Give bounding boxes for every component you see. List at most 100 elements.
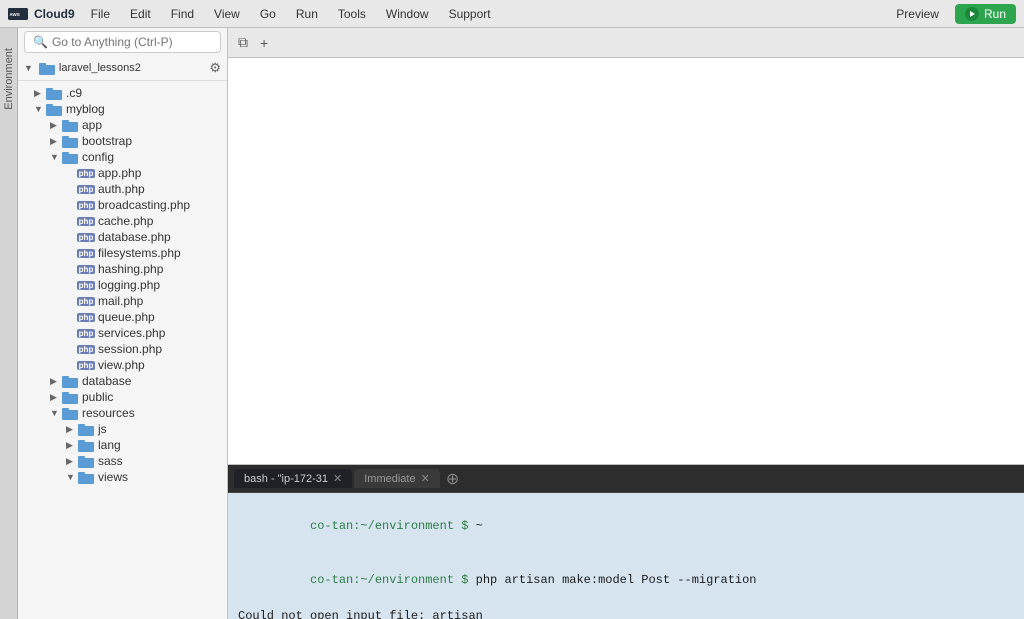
arrow-database: ▶ <box>50 376 62 387</box>
filetree-body: ▶ .c9 ▼ myblog ▶ app ▶ bootstrap <box>18 81 227 619</box>
tree-item-broadcasting_php[interactable]: phpbroadcasting.php <box>18 197 227 213</box>
gear-icon[interactable]: ⚙ <box>209 60 221 76</box>
terminal-tab-bash[interactable]: bash - "ip-172-31 ✕ <box>234 469 352 488</box>
terminal-content[interactable]: co-tan:~/environment $ ~ co-tan:~/enviro… <box>228 493 1024 619</box>
tree-item-services_php[interactable]: phpservices.php <box>18 325 227 341</box>
folder-config-icon <box>62 151 78 164</box>
folder-sass-icon <box>78 455 94 468</box>
folder-app-icon <box>62 119 78 132</box>
menu-go[interactable]: Go <box>252 5 284 23</box>
environment-tab[interactable]: Environment <box>0 28 18 619</box>
php-file-icon: php <box>78 294 94 308</box>
file-label-broadcasting.php: broadcasting.php <box>98 198 190 212</box>
folder-c9-icon <box>46 87 62 100</box>
filetree-panel: 🔍 ▼ laravel_lessons2 ⚙ ▶ .c9 ▼ <box>18 28 228 619</box>
sass-label: sass <box>98 454 123 468</box>
views-label: views <box>98 470 128 484</box>
menubar: AWS Cloud9 File Edit Find View Go Run To… <box>0 0 1024 28</box>
tree-item-logging_php[interactable]: php logging.php <box>18 277 227 293</box>
tree-item-js[interactable]: ▶ js <box>18 421 227 437</box>
file-label-filesystems.php: filesystems.php <box>98 246 181 260</box>
filetree-toolbar: ▼ laravel_lessons2 ⚙ <box>18 56 227 81</box>
terminal-tabs: bash - "ip-172-31 ✕ Immediate ✕ ⊕ <box>228 465 1024 493</box>
add-tab-icon[interactable]: + <box>256 33 272 53</box>
app-name: Cloud9 <box>34 7 75 21</box>
menu-run[interactable]: Run <box>288 5 326 23</box>
menu-file[interactable]: File <box>83 5 118 23</box>
tree-item-bootstrap[interactable]: ▶ bootstrap <box>18 133 227 149</box>
arrow-c9: ▶ <box>34 88 46 99</box>
tree-item-app[interactable]: ▶ app <box>18 117 227 133</box>
php-file-icon: php <box>78 262 94 276</box>
tree-item-auth_php[interactable]: php auth.php <box>18 181 227 197</box>
environment-label: Environment <box>3 48 15 110</box>
tree-item-cache_php[interactable]: phpcache.php <box>18 213 227 229</box>
resources-label: resources <box>82 406 135 420</box>
editor-area: ⧉ + bash - "ip-172-31 ✕ Immediate ✕ ⊕ <box>228 28 1024 619</box>
folder-database-icon <box>62 375 78 388</box>
folder-lang-icon <box>78 439 94 452</box>
copy-icon[interactable]: ⧉ <box>234 32 252 53</box>
aws-logo-icon: AWS <box>8 4 28 24</box>
tree-item-sass[interactable]: ▶ sass <box>18 453 227 469</box>
tree-item-view_php[interactable]: phpview.php <box>18 357 227 373</box>
root-arrow: ▼ <box>24 63 33 73</box>
menu-window[interactable]: Window <box>378 5 437 23</box>
tree-item-database_php[interactable]: phpdatabase.php <box>18 229 227 245</box>
immediate-tab-label: Immediate <box>364 473 415 485</box>
php-file-icon: php <box>78 278 94 292</box>
file-label-auth.php: auth.php <box>98 182 145 196</box>
tree-item-hashing_php[interactable]: phphashing.php <box>18 261 227 277</box>
tree-item-mail_php[interactable]: php mail.php <box>18 293 227 309</box>
php-file-icon: php <box>78 182 94 196</box>
menu-view[interactable]: View <box>206 5 248 23</box>
arrow-js: ▶ <box>66 424 78 435</box>
tree-item-app_php[interactable]: phpapp.php <box>18 165 227 181</box>
tree-item-lang[interactable]: ▶ lang <box>18 437 227 453</box>
filetree-root-label: laravel_lessons2 <box>59 62 205 74</box>
menu-tools[interactable]: Tools <box>330 5 374 23</box>
menu-edit[interactable]: Edit <box>122 5 159 23</box>
php-file-icon: php <box>78 214 94 228</box>
tree-item-queue_php[interactable]: phpqueue.php <box>18 309 227 325</box>
app-label: app <box>82 118 102 132</box>
terminal-add-icon[interactable]: ⊕ <box>442 469 463 489</box>
arrow-lang: ▶ <box>66 440 78 451</box>
arrow-resources: ▼ <box>50 408 62 418</box>
tree-item-c9[interactable]: ▶ .c9 <box>18 85 227 101</box>
public-label: public <box>82 390 113 404</box>
search-bar[interactable]: 🔍 <box>24 31 221 53</box>
run-button[interactable]: Run <box>955 4 1016 24</box>
config-label: config <box>82 150 114 164</box>
editor-content <box>228 58 1024 464</box>
tree-item-views[interactable]: ▼ views <box>18 469 227 485</box>
tree-item-myblog[interactable]: ▼ myblog <box>18 101 227 117</box>
file-label-session.php: session.php <box>98 342 162 356</box>
folder-myblog-icon <box>46 103 62 116</box>
run-label: Run <box>984 7 1006 21</box>
menu-support[interactable]: Support <box>441 5 499 23</box>
menu-find[interactable]: Find <box>163 5 202 23</box>
php-file-icon: php <box>78 358 94 372</box>
tree-item-resources[interactable]: ▼ resources <box>18 405 227 421</box>
tree-item-session_php[interactable]: phpsession.php <box>18 341 227 357</box>
arrow-views: ▼ <box>66 472 78 482</box>
term-line-3: Could not open input file: artisan <box>238 607 1014 619</box>
file-label-mail.php: mail.php <box>98 294 143 308</box>
tree-item-config[interactable]: ▼ config <box>18 149 227 165</box>
arrow-sass: ▶ <box>66 456 78 467</box>
tree-item-public[interactable]: ▶ public <box>18 389 227 405</box>
folder-public-icon <box>62 391 78 404</box>
terminal-tab-immediate[interactable]: Immediate ✕ <box>354 469 440 488</box>
arrow-app: ▶ <box>50 120 62 131</box>
search-input[interactable] <box>52 35 192 49</box>
svg-text:AWS: AWS <box>10 12 20 17</box>
bash-tab-close[interactable]: ✕ <box>333 472 342 485</box>
file-label-logging.php: logging.php <box>98 278 160 292</box>
tree-item-filesystems_php[interactable]: phpfilesystems.php <box>18 245 227 261</box>
immediate-tab-close[interactable]: ✕ <box>421 472 430 485</box>
folder-js-icon <box>78 423 94 436</box>
preview-button[interactable]: Preview <box>884 5 951 23</box>
arrow-public: ▶ <box>50 392 62 403</box>
tree-item-database[interactable]: ▶ database <box>18 373 227 389</box>
